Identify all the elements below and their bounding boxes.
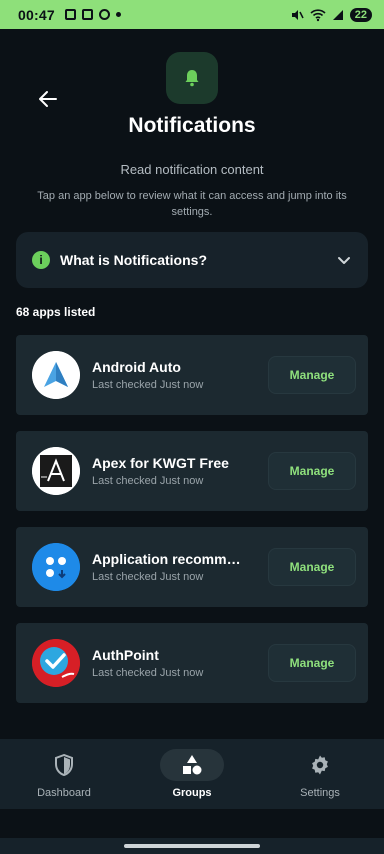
apex-kwgt-icon [32, 447, 80, 495]
chevron-down-icon [336, 252, 352, 268]
checkbox-icon [81, 9, 93, 20]
status-bar: 00:47 22 [0, 0, 384, 29]
manage-button[interactable]: Manage [268, 452, 356, 490]
app-text: Android Auto Last checked Just now [92, 359, 268, 391]
faq-expander[interactable]: i What is Notifications? [16, 232, 368, 288]
header-icon-badge [166, 52, 218, 104]
status-notification-icons [64, 9, 121, 20]
nav-icon-container [288, 749, 352, 781]
app-list: Android Auto Last checked Just now Manag… [16, 335, 368, 719]
screenshot-icon [64, 9, 76, 20]
faq-label: What is Notifications? [60, 252, 207, 268]
gear-icon [312, 755, 328, 775]
app-recommendation-icon [32, 543, 80, 591]
page-subtitle: Read notification content [120, 162, 264, 177]
nav-label: Groups [172, 787, 212, 799]
manage-button[interactable]: Manage [268, 644, 356, 682]
app-last-checked: Last checked Just now [92, 475, 204, 487]
app-text: AuthPoint Last checked Just now [92, 647, 268, 679]
app-last-checked: Last checked Just now [92, 571, 204, 583]
app-card-android-auto[interactable]: Android Auto Last checked Just now Manag… [16, 335, 368, 415]
android-auto-icon [32, 351, 80, 399]
nav-item-groups[interactable]: Groups [128, 739, 256, 809]
shield-icon [55, 754, 73, 776]
status-time: 00:47 [18, 6, 55, 23]
bottom-navigation: Dashboard Groups Settings [0, 739, 384, 809]
app-text: Apex for KWGT Free Last checked Just now [92, 455, 268, 487]
app-card-apex-kwgt[interactable]: Apex for KWGT Free Last checked Just now… [16, 431, 368, 511]
page-title: Notifications [128, 114, 256, 137]
app-name: Apex for KWGT Free [92, 455, 229, 471]
info-icon: i [32, 251, 50, 269]
app-name: Application recomme… [92, 551, 248, 567]
app-last-checked: Last checked Just now [92, 379, 204, 391]
manage-button[interactable]: Manage [268, 548, 356, 586]
gesture-area [0, 838, 384, 854]
app-card-authpoint[interactable]: AuthPoint Last checked Just now Manage [16, 623, 368, 703]
nav-item-settings[interactable]: Settings [256, 739, 384, 809]
page-description: Tap an app below to review what it can a… [37, 190, 347, 218]
app-card-application-recommendation[interactable]: Application recomme… Last checked Just n… [16, 527, 368, 607]
nav-item-dashboard[interactable]: Dashboard [0, 739, 128, 809]
wifi-icon [310, 8, 326, 21]
app-name: AuthPoint [92, 647, 159, 663]
manage-button[interactable]: Manage [268, 356, 356, 394]
messenger-icon [98, 9, 110, 20]
bell-icon [185, 70, 199, 87]
nav-icon-container [32, 749, 96, 781]
mute-icon [291, 9, 304, 20]
arrow-left-icon [39, 91, 57, 107]
authpoint-icon [32, 639, 80, 687]
shapes-icon [183, 755, 202, 775]
apps-count: 68 apps listed [16, 305, 96, 319]
signal-icon [332, 9, 343, 20]
battery-indicator: 22 [349, 7, 372, 22]
status-right: 22 [290, 7, 372, 22]
back-button[interactable] [36, 87, 60, 111]
dot-icon [115, 12, 121, 17]
app-text: Application recomme… Last checked Just n… [92, 551, 268, 583]
nav-icon-container [160, 749, 224, 781]
gesture-handle[interactable] [124, 844, 260, 848]
nav-label: Dashboard [37, 787, 91, 799]
app-last-checked: Last checked Just now [92, 667, 204, 679]
app-name: Android Auto [92, 359, 181, 375]
nav-label: Settings [300, 787, 340, 799]
main-content: Notifications Read notification content … [0, 29, 384, 768]
